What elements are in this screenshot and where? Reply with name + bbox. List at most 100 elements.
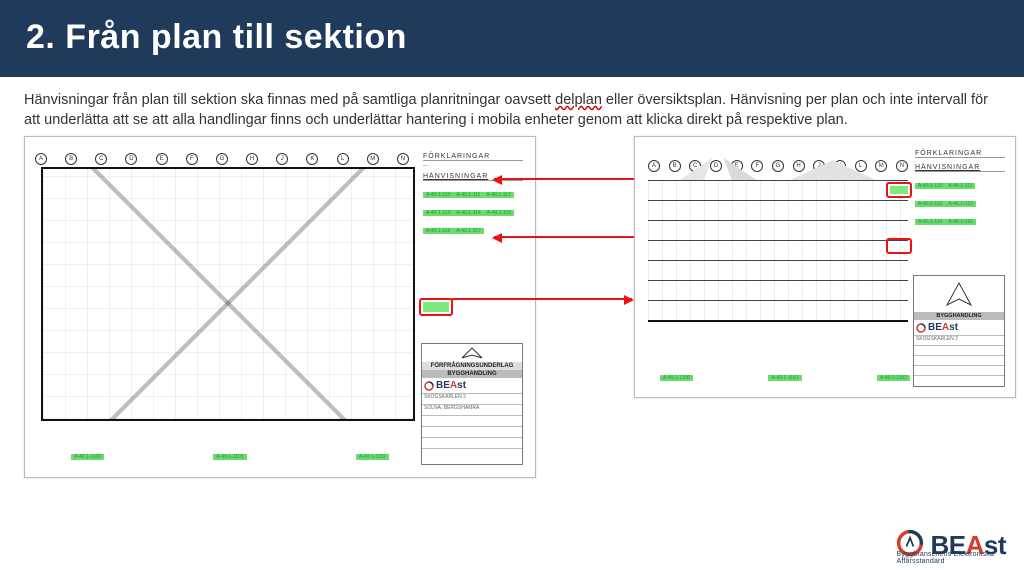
reference-link[interactable]: A-40.1-111 — [453, 192, 483, 198]
logo-text-st: st — [457, 380, 466, 391]
floor-line — [648, 260, 908, 261]
grid-bubble: B — [669, 160, 681, 172]
plan-reference-callout[interactable] — [419, 298, 453, 316]
section-reference-callout-top[interactable] — [886, 182, 912, 198]
reference-link[interactable]: A-40.1-115 — [945, 219, 975, 225]
grid-bubble: G — [772, 160, 784, 172]
floor-line — [648, 280, 908, 281]
reference-link[interactable]: A-40.1-1100 — [71, 454, 104, 460]
body-text-pre: Hänvisningar från plan till sektion ska … — [24, 92, 555, 108]
grid-bubble: H — [246, 153, 258, 165]
section-bottom-refs: A-40.1-1100 A-40.1-1101 A-40.1-1102 — [660, 374, 910, 382]
logo-text-st: st — [949, 322, 958, 333]
reference-link[interactable]: A-40.1-110 — [423, 192, 453, 198]
plan-title-block: FÖRFRÅGNINGSUNDERLAG BYGGHANDLING BEAst … — [421, 343, 523, 465]
floor-line — [648, 200, 908, 201]
grid-bubble: L — [337, 153, 349, 165]
reference-link[interactable]: A-40.1-113 — [423, 210, 453, 216]
grid-bubble: K — [306, 153, 318, 165]
grid-bubble: F — [186, 153, 198, 165]
plan-legend-title: FÖRKLARINGAR — [423, 153, 523, 161]
plan-stamp-2: BYGGHANDLING — [422, 370, 522, 378]
grid-bubble: H — [793, 160, 805, 172]
logo-text-be: BE — [928, 322, 942, 333]
section-titleblock-logo: BEAst — [914, 320, 1004, 335]
slide-body-text: Hänvisningar från plan till sektion ska … — [0, 77, 1024, 136]
plan-tb-subproject: SOLNA, BERGSHAMRA — [422, 404, 522, 415]
figure-stage: ABCDEFGHJKLMN FÖRKLARINGAR — HÄNVISNINGA… — [24, 136, 1000, 496]
reference-link[interactable]: A-40.1-1101 — [213, 454, 246, 460]
section-hanvisningar-title: HÄNVISNINGAR — [915, 164, 1005, 172]
reference-link[interactable]: A-40.1-1102 — [877, 375, 910, 381]
grid-bubble: D — [125, 153, 137, 165]
grid-bubble: N — [896, 160, 908, 172]
section-north-symbol — [939, 279, 979, 309]
section-tb-row — [914, 355, 1004, 365]
reference-link[interactable]: A-40.1-114 — [453, 210, 483, 216]
grid-bubble: N — [397, 153, 409, 165]
reference-link[interactable]: A-40.1-113 — [945, 201, 975, 207]
reference-link[interactable]: A-40.1-110 — [915, 183, 945, 189]
grid-bubble: L — [855, 160, 867, 172]
plan-legend-panel: FÖRKLARINGAR — HÄNVISNINGAR A-40.1-110A-… — [423, 153, 523, 237]
plan-titleblock-logo: BEAst — [422, 378, 522, 393]
reference-link[interactable]: A-40.1-1101 — [768, 375, 801, 381]
arrow-section-to-plan-mid — [494, 236, 634, 238]
section-reference-callout-mid[interactable] — [886, 238, 912, 254]
arrow-section-to-plan-top — [494, 178, 634, 180]
plan-tb-row — [422, 426, 522, 437]
section-title-block: BYGGHANDLING BEAst SKOGSKARLEN 2 — [913, 275, 1005, 387]
grid-bubble: E — [156, 153, 168, 165]
body-text-delplan: delplan — [555, 92, 602, 108]
plan-tb-row — [422, 415, 522, 426]
plan-legend-note: — — [423, 163, 523, 169]
grid-bubble: J — [276, 153, 288, 165]
beast-mark-icon — [916, 323, 926, 333]
section-tb-row — [914, 375, 1004, 385]
slide-title: 2. Från plan till sektion — [26, 18, 998, 57]
floor-line — [648, 220, 908, 221]
floor-line — [648, 240, 908, 241]
slide-header: 2. Från plan till sektion — [0, 0, 1024, 77]
grid-bubble: M — [367, 153, 379, 165]
brand-tagline: Byggbranschens Elektroniska Affärsstanda… — [896, 551, 1006, 565]
plan-tb-project: SKOGSKARLEN 2 — [422, 393, 522, 404]
section-legend-title: FÖRKLARINGAR — [915, 150, 1005, 158]
reference-link[interactable]: A-40.1-114 — [915, 219, 945, 225]
grid-bubble: C — [95, 153, 107, 165]
plan-gridline-markers: ABCDEFGHJKLMN — [35, 153, 409, 165]
grid-bubble: A — [648, 160, 660, 172]
reference-link[interactable]: A-40.1-112 — [483, 192, 513, 198]
reference-link[interactable]: A-40.1-112 — [915, 201, 945, 207]
logo-text-be: BE — [436, 380, 450, 391]
section-elevation — [648, 180, 908, 322]
grid-bubble: F — [751, 160, 763, 172]
floor-line — [648, 300, 908, 301]
footer-brand-logo: BEAst Byggbranschens Elektroniska Affärs… — [896, 529, 1006, 562]
grid-bubble: B — [65, 153, 77, 165]
grid-bubble: A — [35, 153, 47, 165]
reference-link[interactable]: A-40.1-116 — [423, 228, 453, 234]
plan-reference-list: A-40.1-110A-40.1-111A-40.1-112 A-40.1-113… — [423, 183, 523, 237]
grid-bubble: M — [875, 160, 887, 172]
reference-link[interactable]: A-40.1-111 — [945, 183, 975, 189]
reference-link[interactable]: A-40.1-115 — [484, 210, 514, 216]
grid-bubble: G — [216, 153, 228, 165]
plan-tb-row — [422, 437, 522, 448]
reference-link[interactable]: A-40.1-1102 — [356, 454, 389, 460]
plan-tb-row — [422, 448, 522, 459]
plan-stamp-1: FÖRFRÅGNINGSUNDERLAG — [422, 362, 522, 370]
plan-bottom-refs: A-40.1-1100 A-40.1-1101 A-40.1-1102 — [71, 453, 389, 461]
section-tb-project: SKOGSKARLEN 2 — [914, 335, 1004, 345]
section-reference-list: A-40.1-110A-40.1-111 A-40.1-112A-40.1-113… — [915, 174, 1005, 228]
reference-link[interactable]: A-40.1-117 — [453, 228, 483, 234]
reference-link[interactable]: A-40.1-1100 — [660, 375, 693, 381]
section-drawing: ABCDEFGHJKLMN FÖRKLARINGAR HÄNVISNINGAR … — [634, 136, 1016, 398]
north-arrow-icon — [452, 346, 492, 360]
beast-mark-icon — [424, 381, 434, 391]
section-gridline-markers: ABCDEFGHJKLMN — [648, 160, 908, 172]
section-stamp: BYGGHANDLING — [914, 312, 1004, 320]
section-tb-row — [914, 365, 1004, 375]
section-legend-panel: FÖRKLARINGAR HÄNVISNINGAR A-40.1-110A-40… — [915, 150, 1005, 228]
section-tb-row — [914, 345, 1004, 355]
